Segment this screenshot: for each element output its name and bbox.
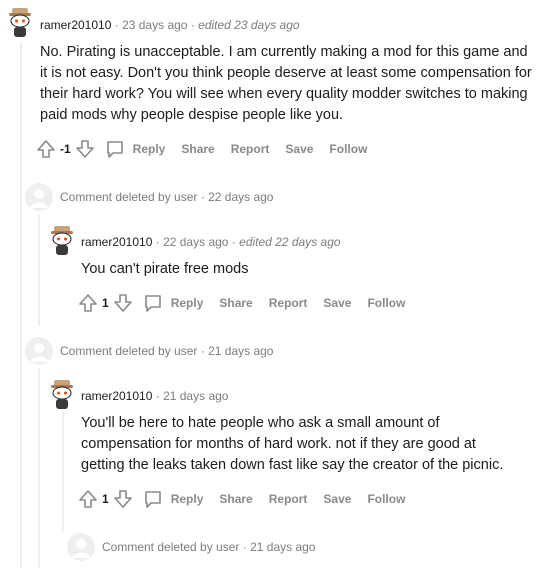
separator: · bbox=[155, 235, 160, 249]
username[interactable]: ramer201010 bbox=[81, 389, 152, 403]
vote-score: 1 bbox=[102, 492, 109, 506]
report-button[interactable]: Report bbox=[269, 296, 308, 310]
edited-label: edited 22 days ago bbox=[239, 235, 341, 249]
share-button[interactable]: Share bbox=[181, 142, 214, 156]
timestamp[interactable]: 22 days ago bbox=[163, 235, 228, 249]
save-button[interactable]: Save bbox=[323, 296, 351, 310]
comment-body: No. Pirating is unacceptable. I am curre… bbox=[40, 44, 532, 123]
timestamp[interactable]: 21 days ago bbox=[163, 389, 228, 403]
downvote-arrow-icon[interactable] bbox=[113, 293, 133, 313]
snoo-avatar-icon bbox=[51, 380, 73, 409]
comment-meta: ramer201010 · 22 days ago · edited 22 da… bbox=[81, 235, 341, 249]
report-button[interactable]: Report bbox=[231, 142, 270, 156]
deleted-text: Comment deleted by user bbox=[60, 344, 198, 358]
snoo-avatar-icon bbox=[51, 226, 73, 255]
ghost-avatar-icon bbox=[25, 183, 53, 211]
comment-meta: ramer201010 · 21 days ago bbox=[81, 389, 228, 403]
separator: · bbox=[200, 344, 205, 358]
speech-bubble-icon bbox=[143, 293, 163, 313]
comment-body: You can't pirate free mods bbox=[81, 261, 249, 277]
comment-body: You'll be here to hate people who ask a … bbox=[81, 415, 504, 473]
separator: · bbox=[231, 235, 236, 249]
thread-line[interactable] bbox=[62, 412, 64, 532]
timestamp[interactable]: 21 days ago bbox=[250, 540, 315, 554]
follow-button[interactable]: Follow bbox=[329, 142, 367, 156]
timestamp[interactable]: 21 days ago bbox=[208, 344, 273, 358]
speech-bubble-icon bbox=[105, 139, 125, 159]
thread-line[interactable] bbox=[20, 42, 22, 568]
user-avatar[interactable] bbox=[46, 224, 78, 256]
share-button[interactable]: Share bbox=[219, 296, 252, 310]
snoo-avatar-icon bbox=[9, 8, 31, 37]
reply-button[interactable]: Reply bbox=[105, 139, 166, 159]
save-button[interactable]: Save bbox=[285, 142, 313, 156]
comment-actions: 1 Reply Share Report Save Follow bbox=[78, 291, 405, 315]
downvote-arrow-icon[interactable] bbox=[113, 489, 133, 509]
upvote-arrow-icon[interactable] bbox=[78, 293, 98, 313]
vote-score: 1 bbox=[102, 296, 109, 310]
user-avatar[interactable] bbox=[4, 6, 36, 38]
reply-label[interactable]: Reply bbox=[171, 296, 204, 310]
separator: · bbox=[242, 540, 247, 554]
follow-button[interactable]: Follow bbox=[367, 492, 405, 506]
separator: · bbox=[155, 389, 160, 403]
deleted-comment-meta: Comment deleted by user · 21 days ago bbox=[102, 540, 315, 554]
username[interactable]: ramer201010 bbox=[81, 235, 152, 249]
vote-score: -1 bbox=[60, 142, 71, 156]
deleted-text: Comment deleted by user bbox=[102, 540, 240, 554]
reply-button[interactable]: Reply bbox=[143, 489, 204, 509]
deleted-text: Comment deleted by user bbox=[60, 190, 198, 204]
upvote-arrow-icon[interactable] bbox=[36, 139, 56, 159]
reply-label[interactable]: Reply bbox=[171, 492, 204, 506]
reply-button[interactable]: Reply bbox=[143, 293, 204, 313]
downvote-arrow-icon[interactable] bbox=[75, 139, 95, 159]
deleted-comment-meta: Comment deleted by user · 21 days ago bbox=[60, 344, 273, 358]
username[interactable]: ramer201010 bbox=[40, 18, 111, 32]
separator: · bbox=[114, 18, 119, 32]
thread-line[interactable] bbox=[38, 214, 40, 326]
comment-meta: ramer201010 · 23 days ago · edited 23 da… bbox=[40, 18, 300, 32]
edited-label: edited 23 days ago bbox=[198, 18, 300, 32]
comment-actions: 1 Reply Share Report Save Follow bbox=[78, 487, 405, 511]
share-button[interactable]: Share bbox=[219, 492, 252, 506]
ghost-avatar-icon bbox=[25, 337, 53, 365]
reply-label[interactable]: Reply bbox=[133, 142, 166, 156]
report-button[interactable]: Report bbox=[269, 492, 308, 506]
timestamp[interactable]: 23 days ago bbox=[122, 18, 187, 32]
timestamp[interactable]: 22 days ago bbox=[208, 190, 273, 204]
separator: · bbox=[200, 190, 205, 204]
ghost-avatar-icon bbox=[67, 533, 95, 561]
deleted-comment-meta: Comment deleted by user · 22 days ago bbox=[60, 190, 273, 204]
separator: · bbox=[190, 18, 195, 32]
comment-actions: -1 Reply Share Report Save Follow bbox=[36, 137, 367, 161]
save-button[interactable]: Save bbox=[323, 492, 351, 506]
user-avatar[interactable] bbox=[46, 378, 78, 410]
upvote-arrow-icon[interactable] bbox=[78, 489, 98, 509]
speech-bubble-icon bbox=[143, 489, 163, 509]
thread-line[interactable] bbox=[38, 368, 40, 568]
follow-button[interactable]: Follow bbox=[367, 296, 405, 310]
